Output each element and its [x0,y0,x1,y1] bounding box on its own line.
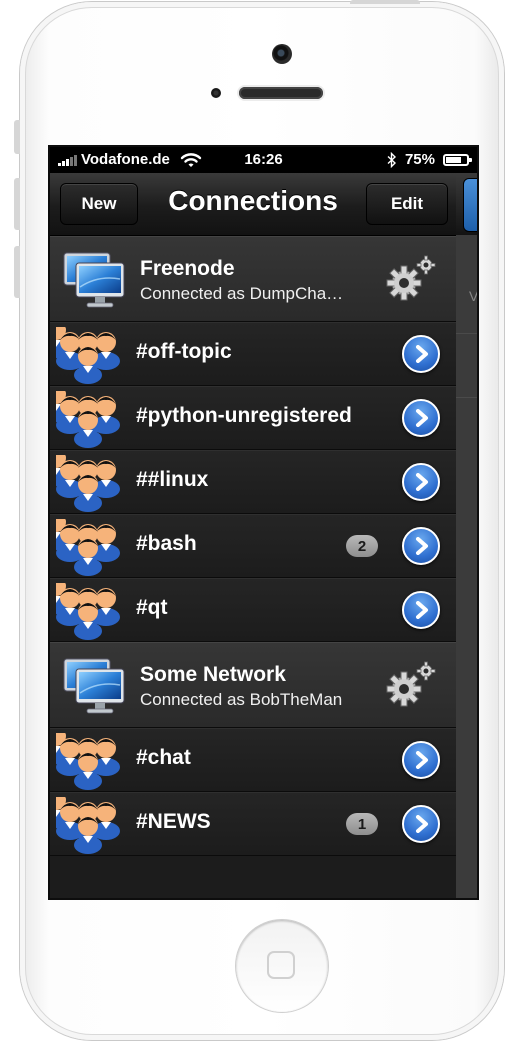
page-title: Connections [168,185,338,216]
sleep-button [350,0,420,4]
peek-panel-text: V [469,288,479,304]
disclosure-button[interactable] [402,805,440,843]
gear-icon[interactable] [384,661,438,709]
chevron-right-icon [416,815,428,833]
volume-down-button [14,246,20,298]
chevron-right-icon [416,345,428,363]
channel-row[interactable]: #python-unregistered [50,386,456,450]
people-group-icon [56,583,120,640]
channel-row[interactable]: #off-topic [50,322,456,386]
channel-name: #chat [136,746,191,769]
edit-button[interactable]: Edit [366,183,448,225]
screen: Vodafone.de 16:26 75% New Connections Ed… [48,145,479,900]
channel-name: #python-unregistered [136,404,352,427]
peek-panel-button[interactable] [463,178,477,232]
chevron-right-icon [416,473,428,491]
unread-badge: 2 [346,535,378,557]
chevron-right-icon [416,601,428,619]
list-empty-area [50,856,456,898]
channel-name: #NEWS [136,810,211,833]
channel-name: #off-topic [136,340,232,363]
battery-percent: 75% [404,151,435,168]
battery-fill [446,156,461,163]
peek-divider [456,397,477,398]
home-square-icon [267,951,295,979]
monitor-icon [63,252,125,308]
connections-list: Freenode Connected as DumpCha… #off-topi… [50,236,456,898]
channel-name: #qt [136,596,168,619]
monitor-icon [63,658,125,714]
channel-name: #bash [136,532,197,555]
chevron-right-icon [416,537,428,555]
side-panel-peek[interactable]: V [456,173,479,898]
unread-badge: 1 [346,813,378,835]
status-bar: Vodafone.de 16:26 75% [50,147,477,173]
disclosure-button[interactable] [402,527,440,565]
channel-name: ##linux [136,468,209,491]
disclosure-button[interactable] [402,591,440,629]
home-button[interactable] [236,920,328,1012]
earpiece-speaker [239,87,323,99]
people-group-icon [56,519,120,576]
chevron-right-icon [416,751,428,769]
channel-row[interactable]: #bash 2 [50,514,456,578]
network-status: Connected as DumpCha… [140,284,344,303]
network-status: Connected as BobTheMan [140,690,343,709]
network-name: Freenode [140,257,235,280]
peek-panel-header [456,173,477,235]
disclosure-button[interactable] [402,399,440,437]
disclosure-button[interactable] [402,463,440,501]
bluetooth-icon [387,151,396,168]
network-name: Some Network [140,663,286,686]
peek-divider [456,333,477,334]
channel-row[interactable]: #NEWS 1 [50,792,456,856]
volume-up-button [14,178,20,230]
channel-row[interactable]: ##linux [50,450,456,514]
people-group-icon [56,327,120,384]
network-row[interactable]: Some Network Connected as BobTheMan [50,642,456,728]
people-group-icon [56,391,120,448]
navigation-bar: New Connections Edit [50,173,456,236]
new-connection-button[interactable]: New [60,183,138,225]
network-row[interactable]: Freenode Connected as DumpCha… [50,236,456,322]
channel-row[interactable]: #chat [50,728,456,792]
gear-icon[interactable] [384,255,438,303]
proximity-sensor [211,88,221,98]
people-group-icon [56,797,120,854]
mute-switch [14,120,20,154]
people-group-icon [56,733,120,790]
disclosure-button[interactable] [402,741,440,779]
channel-row[interactable]: #qt [50,578,456,642]
front-camera [272,44,292,64]
battery-icon [443,153,472,166]
disclosure-button[interactable] [402,335,440,373]
people-group-icon [56,455,120,512]
chevron-right-icon [416,409,428,427]
